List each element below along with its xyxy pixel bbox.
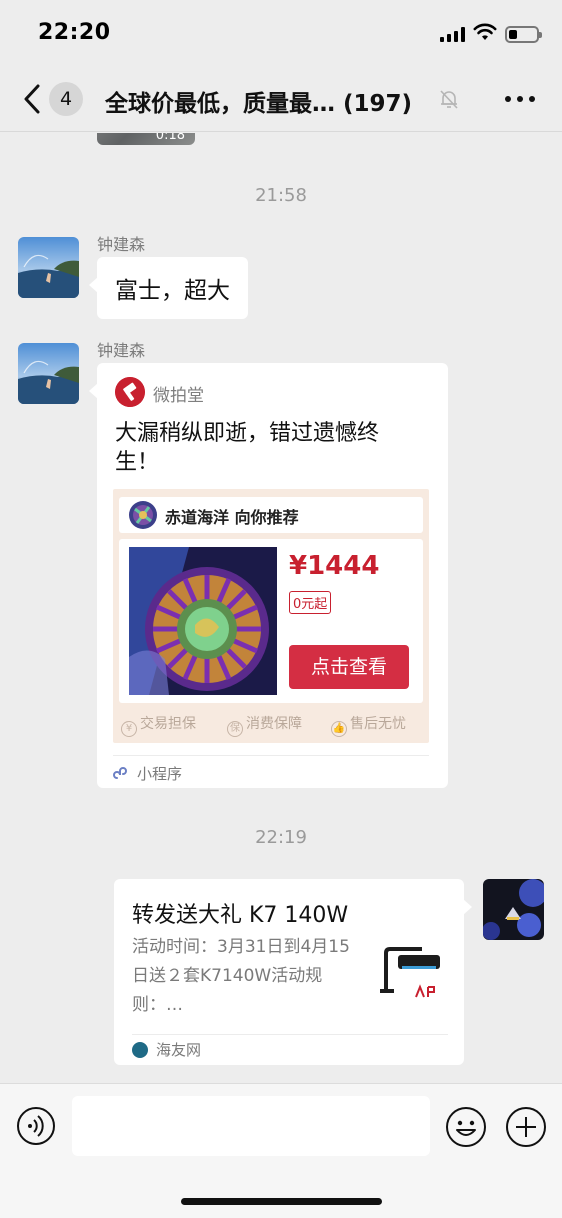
battery-level [509, 30, 517, 39]
recommender-row: 赤道海洋 向你推荐 [119, 497, 423, 533]
guarantee-icon: ¥ [121, 721, 137, 737]
battery-icon [505, 26, 542, 43]
wifi-icon [473, 23, 497, 40]
link-card-source: 海友网 [156, 1041, 202, 1059]
link-card-title: 转发送大礼 K7 140W [132, 903, 349, 928]
my-avatar[interactable] [483, 879, 544, 940]
mini-program-app-name: 微拍堂 [153, 386, 204, 406]
emoji-icon[interactable] [445, 1106, 487, 1148]
video-thumbnail[interactable]: 0:18 [97, 133, 195, 145]
divider [113, 755, 429, 756]
weipaitang-logo-icon [115, 377, 145, 407]
guarantee-label: 消费保障 [246, 716, 302, 732]
recommender-avatar [129, 501, 157, 529]
back-button[interactable] [18, 80, 48, 118]
message-list[interactable]: 0:18 21:58 钟建森 富士，超大 钟建森 微拍堂 大漏稍纵即逝，错过遗憾… [0, 133, 562, 1083]
voice-icon[interactable] [16, 1106, 56, 1146]
guarantee-label: 交易担保 [140, 716, 196, 732]
unread-count-badge[interactable]: 4 [49, 82, 83, 116]
guarantee-item: ¥ 交易担保 [121, 713, 196, 737]
guarantee-label: 售后无忧 [350, 716, 406, 732]
sender-name: 钟建森 [97, 341, 146, 360]
status-bar: 22:20 [0, 0, 562, 66]
timestamp: 22:19 [255, 827, 307, 848]
sender-name: 钟建森 [97, 235, 146, 254]
mini-program-card[interactable]: 微拍堂 大漏稍纵即逝，错过遗憾终生！ 赤道海洋 向你推荐 ¥1444 0元起 点… [89, 363, 448, 788]
sender-avatar[interactable] [18, 343, 79, 404]
guarantee-icon: 保 [227, 721, 243, 737]
signal-icon [440, 26, 466, 42]
product-price: ¥1444 [289, 551, 380, 581]
more-options-button[interactable] [505, 96, 535, 104]
bell-slash-icon [440, 90, 458, 109]
mini-program-icon [113, 767, 127, 779]
timestamp: 21:58 [255, 185, 307, 206]
view-now-button[interactable]: 点击查看 [289, 645, 409, 689]
home-indicator[interactable] [181, 1198, 382, 1205]
video-duration: 0:18 [155, 133, 185, 143]
chat-header: 4 全球价最低，质量最… (197) [0, 66, 562, 132]
mini-program-title: 大漏稍纵即逝，错过遗憾终生！ [115, 421, 380, 475]
link-card-description: 活动时间：3月31日到4月15日送２套K7140W活动规则：… [132, 937, 350, 1015]
product-card[interactable]: ¥1444 0元起 点击查看 [119, 539, 423, 703]
guarantee-item: 👍 售后无忧 [331, 713, 406, 737]
chat-title: 全球价最低，质量最… (197) [105, 91, 413, 117]
mini-program-preview: 赤道海洋 向你推荐 ¥1444 0元起 点击查看 ¥ 交易担保 保 消费保障 👍… [113, 489, 429, 743]
sender-avatar[interactable] [18, 237, 79, 298]
guarantee-item: 保消费保障 [227, 713, 302, 737]
mini-program-label: 小程序 [137, 765, 183, 783]
link-card-thumbnail [376, 939, 448, 1011]
recommender-text: 赤道海洋 向你推荐 [165, 508, 299, 527]
guarantee-icon: 👍 [331, 721, 347, 737]
start-price-badge: 0元起 [289, 591, 332, 614]
text-message[interactable]: 富士，超大 [89, 257, 248, 319]
divider [132, 1034, 448, 1035]
plus-circle-icon[interactable] [505, 1106, 547, 1148]
status-time: 22:20 [38, 20, 111, 45]
message-input[interactable] [72, 1096, 430, 1156]
haiyou-logo-icon [132, 1042, 148, 1058]
link-card[interactable]: 转发送大礼 K7 140W 活动时间：3月31日到4月15日送２套K7140W活… [114, 879, 472, 1065]
product-image [129, 547, 277, 695]
